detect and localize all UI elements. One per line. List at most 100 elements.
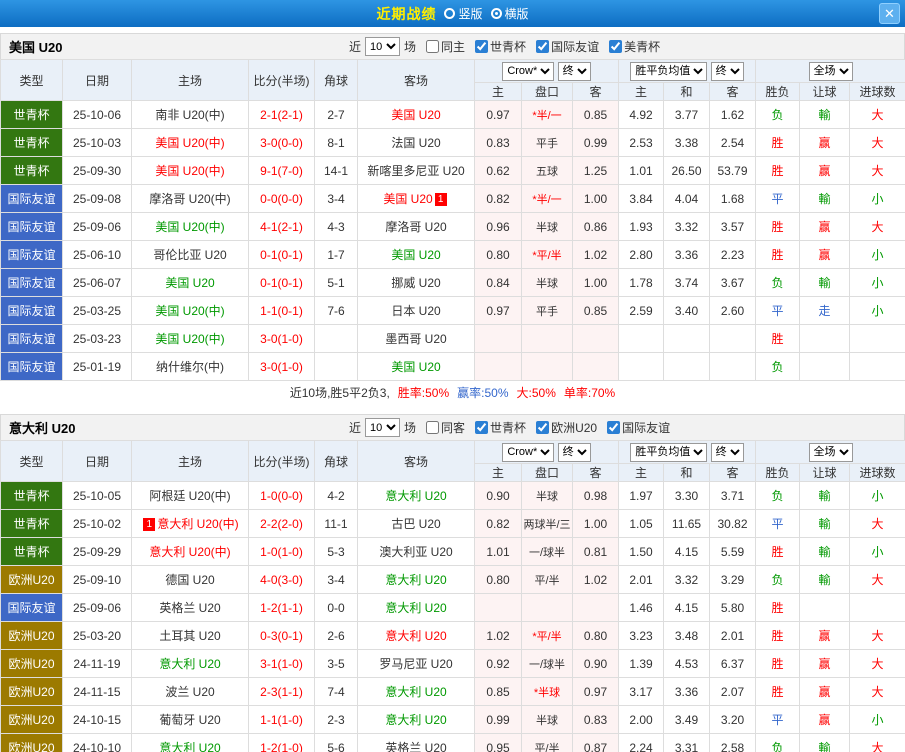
- avg-select[interactable]: 胜平负均值: [630, 442, 708, 462]
- result-header: 全场: [755, 440, 905, 464]
- avg-select[interactable]: 胜平负均值: [630, 61, 708, 81]
- away-odds: 1.00: [572, 184, 619, 213]
- avg-away-odds: 2.60: [708, 296, 757, 325]
- match-row: 国际友谊 25-06-07 美国 U20 0-1(0-1) 5-1 挪威 U20 0.84 半…: [0, 268, 905, 297]
- handicap-line: 半球: [521, 212, 573, 241]
- checkbox-世青杯[interactable]: [475, 421, 489, 434]
- corners: 2-3: [314, 705, 358, 734]
- result-handicap: 赢: [799, 705, 851, 734]
- score-halftime: 0-0(0-0): [248, 184, 315, 213]
- avg-home-odds: 2.01: [618, 565, 664, 594]
- match-row: 国际友谊 25-09-06 英格兰 U20 1-2(1-1) 0-0 意大利 U20 1.4…: [0, 593, 905, 622]
- dialog-title: 近期战绩: [376, 5, 437, 22]
- col-goals-result: 进球数: [849, 463, 905, 482]
- home-odds: 0.97: [474, 296, 522, 325]
- avg-draw-odds: 3.30: [663, 481, 710, 510]
- avg-home-odds: 2.80: [618, 240, 664, 269]
- summary-part: 单率:70%: [563, 386, 616, 400]
- checkbox-世青杯[interactable]: [475, 40, 489, 53]
- layout-vertical-option[interactable]: 竖版: [444, 5, 483, 22]
- home-odds: 0.85: [474, 677, 522, 706]
- handicap-line: 平手: [521, 128, 573, 157]
- filter-option-同客[interactable]: 同客: [426, 419, 465, 436]
- odds-source-select[interactable]: Crow*: [502, 61, 555, 81]
- avg-away-odds: [708, 324, 757, 353]
- match-date: 25-10-02: [62, 509, 132, 538]
- team-label: 葡萄牙 U20: [159, 713, 221, 727]
- close-button[interactable]: ✕: [879, 3, 900, 24]
- result-handicap: 輸: [799, 509, 851, 538]
- checkbox-美青杯[interactable]: [609, 40, 623, 53]
- away-odds: 0.97: [572, 677, 619, 706]
- avg-home-odds: 1.39: [618, 649, 664, 678]
- result-outcome: 胜: [755, 128, 801, 157]
- match-count-select[interactable]: 10: [365, 37, 401, 56]
- checkbox-国际友谊[interactable]: [536, 40, 550, 53]
- competition-type: 世青杯: [0, 100, 63, 129]
- team-label: 美国 U20(中): [155, 164, 225, 178]
- home-odds: 0.80: [474, 240, 522, 269]
- avg-draw-odds: 3.36: [663, 677, 710, 706]
- filter-option-同主[interactable]: 同主: [426, 38, 465, 55]
- scope-select[interactable]: 全场: [808, 61, 853, 81]
- avg-draw-odds: 3.36: [663, 240, 710, 269]
- competition-type: 欧洲U20: [0, 649, 63, 678]
- result-goals: [849, 352, 905, 381]
- away-team: 英格兰 U20: [357, 733, 475, 752]
- checkbox-同客[interactable]: [426, 421, 440, 434]
- radio-vertical-label: 竖版: [458, 7, 483, 21]
- checkbox-欧洲U20[interactable]: [536, 421, 550, 434]
- layout-horizontal-option[interactable]: 横版: [490, 5, 529, 22]
- away-team: 美国 U20: [357, 352, 475, 381]
- away-team: 罗马尼亚 U20: [357, 649, 475, 678]
- radio-vertical-icon[interactable]: [444, 8, 456, 19]
- avg-draw-odds: 4.04: [663, 184, 710, 213]
- result-handicap: 赢: [799, 240, 851, 269]
- match-date: 25-09-08: [62, 184, 132, 213]
- result-goals: 小: [849, 705, 905, 734]
- avg-final-select[interactable]: 终: [710, 61, 744, 81]
- filter-option-国际友谊[interactable]: 国际友谊: [607, 419, 670, 436]
- odds-final-select[interactable]: 终: [557, 61, 591, 81]
- odds-source-select[interactable]: Crow*: [502, 442, 555, 462]
- home-odds: 0.80: [474, 565, 522, 594]
- odds-header: Crow* 终: [474, 440, 619, 464]
- filter-option-美青杯[interactable]: 美青杯: [609, 38, 660, 55]
- result-outcome: 胜: [755, 324, 801, 353]
- avg-draw-odds: 3.49: [663, 705, 710, 734]
- result-outcome: 胜: [755, 593, 801, 622]
- checkbox-同主[interactable]: [426, 40, 440, 53]
- col-handicap-result: 让球: [799, 82, 851, 101]
- avg-draw-odds: [663, 324, 710, 353]
- match-count-select[interactable]: 10: [365, 418, 401, 437]
- home-team: 美国 U20(中): [131, 156, 249, 185]
- league-filters: 同主 世青杯 国际友谊 美青杯: [426, 38, 660, 55]
- filter-option-世青杯[interactable]: 世青杯: [475, 419, 526, 436]
- games-label: 场: [404, 40, 417, 54]
- odds-final-select[interactable]: 终: [557, 442, 591, 462]
- handicap-line: *半/一: [521, 184, 573, 213]
- avg-away-odds: 6.37: [708, 649, 757, 678]
- corners: 2-7: [314, 100, 358, 129]
- competition-type: 欧洲U20: [0, 565, 63, 594]
- scope-select[interactable]: 全场: [808, 442, 853, 462]
- avg-home-odds: 3.17: [618, 677, 664, 706]
- avg-away-odds: 3.20: [708, 705, 757, 734]
- avg-draw-odds: 3.32: [663, 212, 710, 241]
- avg-draw-odds: 4.15: [663, 537, 710, 566]
- avg-final-select[interactable]: 终: [710, 442, 744, 462]
- result-header: 全场: [755, 59, 905, 83]
- away-team: 意大利 U20: [357, 593, 475, 622]
- radio-horizontal-icon[interactable]: [490, 8, 502, 19]
- result-handicap: 輸: [799, 184, 851, 213]
- handicap-line: 半球: [521, 268, 573, 297]
- checkbox-国际友谊[interactable]: [607, 421, 621, 434]
- result-outcome: 负: [755, 100, 801, 129]
- competition-type: 世青杯: [0, 481, 63, 510]
- filter-option-欧洲U20[interactable]: 欧洲U20: [536, 419, 597, 436]
- filter-option-国际友谊[interactable]: 国际友谊: [536, 38, 599, 55]
- score-halftime: 1-0(1-0): [248, 537, 315, 566]
- filter-option-世青杯[interactable]: 世青杯: [475, 38, 526, 55]
- score-halftime: 1-1(0-1): [248, 296, 315, 325]
- match-date: 25-03-23: [62, 324, 132, 353]
